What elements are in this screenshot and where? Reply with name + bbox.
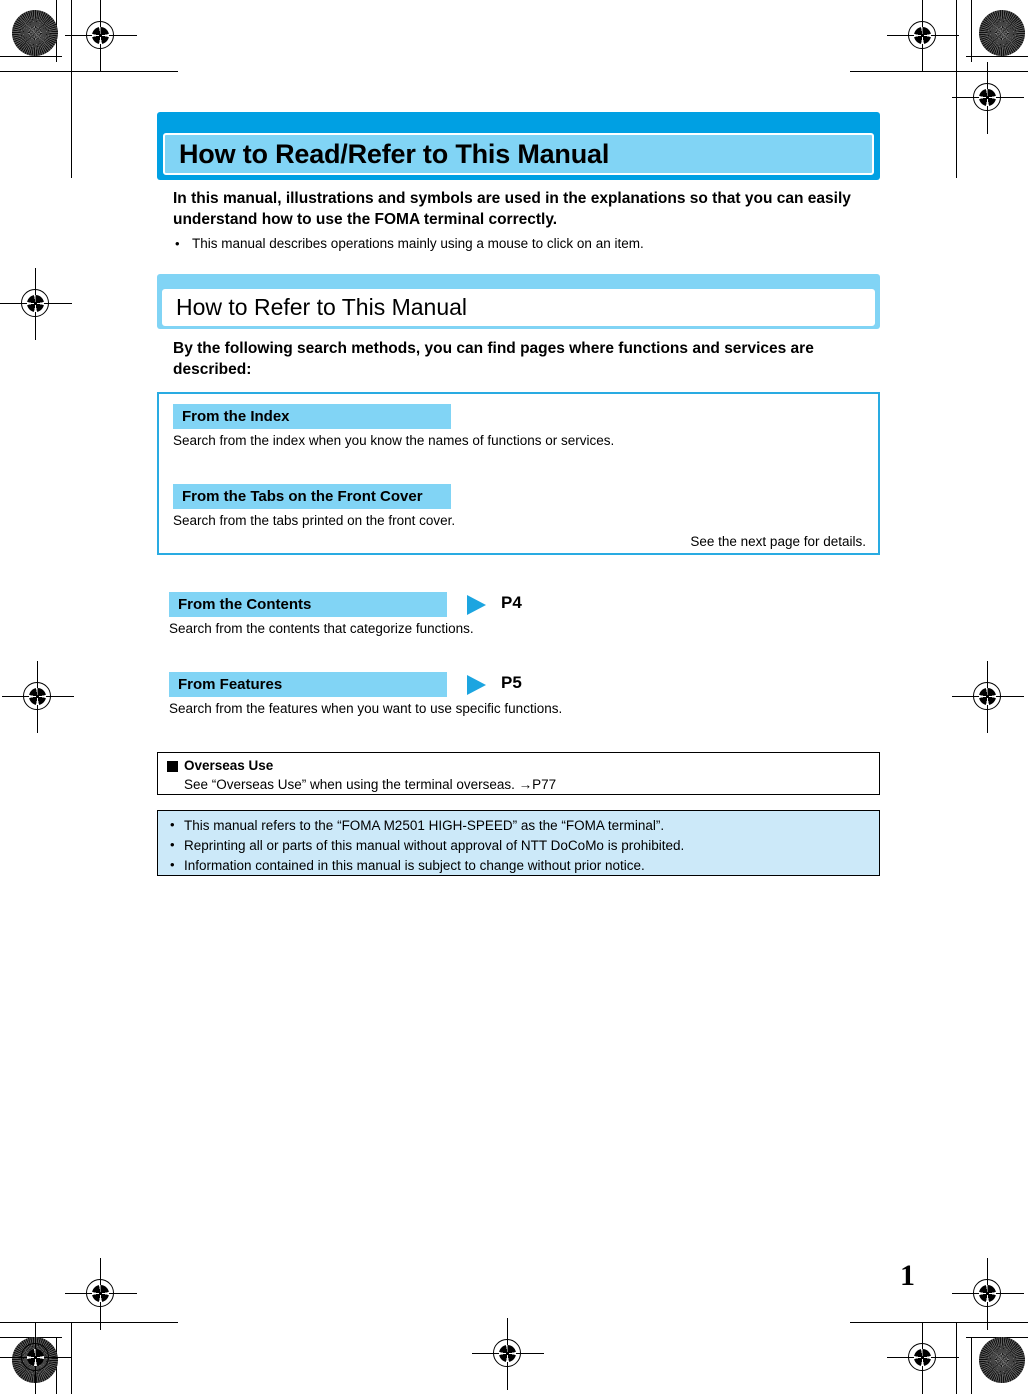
registration-mark-bottom-left-a [65,1258,137,1330]
method-label-from-features[interactable]: From Features [169,672,447,697]
overseas-use-title-row: Overseas Use [167,758,870,775]
section-title: How to Refer to This Manual [176,294,468,320]
crop-line-top-left-h [0,71,178,73]
crop-line-top-left-v2 [56,0,58,62]
registration-mark-left-middle [2,661,74,733]
crop-line-bottom-left-v [71,1322,73,1394]
method-description-from-the-index: Search from the index when you know the … [173,433,615,448]
list-item: Information contained in this manual is … [168,855,869,876]
see-next-page-note: See the next page for details. [690,534,866,549]
page-number: 1 [900,1259,915,1292]
search-method-box: From the Index Search from the index whe… [157,392,880,555]
chapter-lead-text: In this manual, illustrations and symbol… [173,190,851,229]
overseas-use-title: Overseas Use [184,758,274,773]
crop-line-top-right-v2 [971,0,973,62]
method-label-from-the-tabs[interactable]: From the Tabs on the Front Cover [173,484,451,509]
color-calibration-mark-top-left [12,10,58,56]
overseas-use-box: Overseas Use See “Overseas Use” when usi… [157,752,880,795]
section-heading-inner: How to Refer to This Manual [162,289,875,326]
crop-line-bottom-left-h2 [0,1337,62,1339]
registration-mark-top-left-a [65,0,137,72]
registration-mark-bottom-right-b [887,1322,959,1394]
color-calibration-mark-bottom-right [979,1337,1025,1383]
method-label-from-the-index[interactable]: From the Index [173,404,451,429]
method-description-from-the-contents: Search from the contents that categorize… [169,621,474,636]
manual-page: How to Read/Refer to This Manual In this… [0,0,1028,1394]
crop-line-bottom-right-h [850,1322,1028,1324]
square-bullet-icon [167,760,178,772]
bullet-marker-icon: • [175,236,180,251]
disclaimer-notes-list: This manual refers to the “FOMA M2501 HI… [168,815,869,876]
chapter-bullet-text: This manual describes operations mainly … [192,236,644,251]
overseas-use-description: See “Overseas Use” when using the termin… [184,776,557,792]
registration-mark-bottom-center [472,1318,544,1390]
crop-line-top-right-v [956,0,958,178]
crop-line-top-right-h2 [966,56,1028,58]
chapter-heading-bar: How to Read/Refer to This Manual [157,112,880,180]
registration-mark-bottom-right-a [952,1258,1024,1330]
list-item: Reprinting all or parts of this manual w… [168,835,869,856]
method-row-from-features: From Features P5 Search from the feature… [169,672,879,716]
disclaimer-notes-box: This manual refers to the “FOMA M2501 HI… [157,810,880,876]
right-arrow-icon [467,675,486,695]
section-lead-text: By the following search methods, you can… [173,340,814,379]
registration-mark-bottom-left-b [0,1322,72,1394]
crop-line-bottom-left-h [0,1322,178,1324]
method-description-from-features: Search from the features when you want t… [169,701,563,716]
right-arrow-icon [467,595,486,615]
page-reference-contents[interactable]: P4 [501,593,522,613]
registration-mark-top-right-a [887,0,959,72]
crop-line-bottom-right-v2 [971,1337,973,1394]
registration-mark-top-left-b [0,268,72,340]
color-calibration-mark-top-right [979,10,1025,56]
chapter-bullet-item: • This manual describes operations mainly… [175,235,875,254]
crop-line-bottom-right-h2 [966,1337,1028,1339]
crop-line-top-left-h2 [0,56,62,58]
registration-mark-right-middle [952,661,1024,733]
crop-line-top-left-v [71,0,73,178]
registration-mark-top-right-b [952,62,1024,134]
crop-line-bottom-left-v2 [56,1337,58,1394]
section-heading-bar: How to Refer to This Manual [157,274,880,329]
method-description-from-the-tabs: Search from the tabs printed on the fron… [173,513,456,528]
crop-line-bottom-right-v [956,1322,958,1394]
color-calibration-mark-bottom-left [12,1337,58,1383]
chapter-heading-inner: How to Read/Refer to This Manual [163,133,874,175]
page-title: How to Read/Refer to This Manual [179,138,610,169]
crop-line-top-right-h [850,71,1028,73]
page-reference-features[interactable]: P5 [501,673,522,693]
method-label-from-the-contents[interactable]: From the Contents [169,592,447,617]
list-item: This manual refers to the “FOMA M2501 HI… [168,815,869,836]
method-row-from-the-contents: From the Contents P4 Search from the con… [169,592,879,636]
